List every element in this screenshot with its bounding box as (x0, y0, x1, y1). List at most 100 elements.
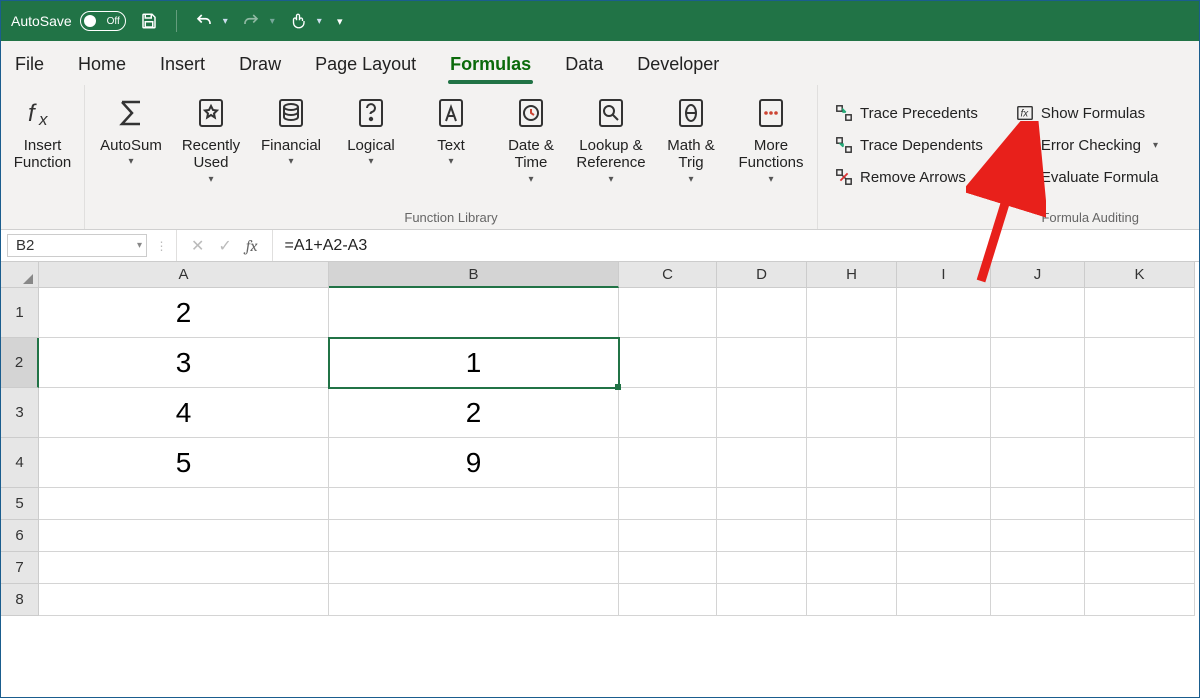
error-checking-button[interactable]: Error Checking▾ (1009, 133, 1165, 157)
tab-insert[interactable]: Insert (158, 44, 207, 83)
trace-precedents-button[interactable]: Trace Precedents (828, 101, 989, 125)
cell-A5[interactable] (39, 488, 329, 520)
column-header-D[interactable]: D (717, 262, 807, 288)
cell-B5[interactable] (329, 488, 619, 520)
lookup-reference-button[interactable]: Lookup & Reference▾ (575, 91, 647, 191)
cancel-formula-button[interactable]: ✕ (191, 236, 204, 256)
cell-I5[interactable] (897, 488, 991, 520)
row-header-8[interactable]: 8 (1, 584, 39, 616)
cell-I8[interactable] (897, 584, 991, 616)
undo-dropdown[interactable]: ▾ (223, 16, 228, 27)
tab-page-layout[interactable]: Page Layout (313, 44, 418, 83)
cell-I3[interactable] (897, 388, 991, 438)
recently-used-button[interactable]: Recently Used▾ (175, 91, 247, 191)
row-header-7[interactable]: 7 (1, 552, 39, 584)
cell-D8[interactable] (717, 584, 807, 616)
cell-I1[interactable] (897, 288, 991, 338)
touch-mode-dropdown[interactable]: ▾ (317, 16, 322, 27)
cell-K7[interactable] (1085, 552, 1195, 584)
cell-I4[interactable] (897, 438, 991, 488)
date-time-button[interactable]: Date & Time▾ (495, 91, 567, 191)
financial-button[interactable]: Financial▾ (255, 91, 327, 191)
row-header-3[interactable]: 3 (1, 388, 39, 438)
insert-function-button[interactable]: fx Insert Function (11, 91, 74, 191)
cell-D1[interactable] (717, 288, 807, 338)
fx-button[interactable]: fx (246, 237, 258, 255)
cell-D2[interactable] (717, 338, 807, 388)
tab-formulas[interactable]: Formulas (448, 44, 533, 83)
name-box[interactable]: B2 ▾ (7, 234, 147, 257)
cell-D5[interactable] (717, 488, 807, 520)
worksheet-grid[interactable]: ABCDHIJK 122313424595678 (1, 262, 1199, 697)
formula-input[interactable]: =A1+A2-A3 (273, 230, 1200, 261)
cell-A6[interactable] (39, 520, 329, 552)
cell-H5[interactable] (807, 488, 897, 520)
cell-I6[interactable] (897, 520, 991, 552)
cell-A3[interactable]: 4 (39, 388, 329, 438)
cell-I2[interactable] (897, 338, 991, 388)
cell-H2[interactable] (807, 338, 897, 388)
cell-A7[interactable] (39, 552, 329, 584)
cell-C6[interactable] (619, 520, 717, 552)
cell-K5[interactable] (1085, 488, 1195, 520)
row-header-2[interactable]: 2 (1, 338, 39, 388)
row-header-1[interactable]: 1 (1, 288, 39, 338)
trace-dependents-button[interactable]: Trace Dependents (828, 133, 989, 157)
tab-draw[interactable]: Draw (237, 44, 283, 83)
undo-button[interactable] (189, 6, 219, 36)
cell-D7[interactable] (717, 552, 807, 584)
cell-J4[interactable] (991, 438, 1085, 488)
cell-K1[interactable] (1085, 288, 1195, 338)
cell-B4[interactable]: 9 (329, 438, 619, 488)
tab-developer[interactable]: Developer (635, 44, 721, 83)
cell-J8[interactable] (991, 584, 1085, 616)
cell-A1[interactable]: 2 (39, 288, 329, 338)
enter-formula-button[interactable]: ✓ (218, 236, 231, 256)
cell-C7[interactable] (619, 552, 717, 584)
autosave-toggle[interactable]: Off (80, 11, 126, 31)
cell-K2[interactable] (1085, 338, 1195, 388)
redo-dropdown[interactable]: ▾ (270, 16, 275, 27)
cell-A2[interactable]: 3 (39, 338, 329, 388)
cell-C1[interactable] (619, 288, 717, 338)
cell-C3[interactable] (619, 388, 717, 438)
remove-arrows-button[interactable]: Remove Arrows▾ (828, 165, 989, 189)
touch-mode-button[interactable] (283, 6, 313, 36)
cell-H6[interactable] (807, 520, 897, 552)
column-header-B[interactable]: B (329, 262, 619, 288)
logical-button[interactable]: Logical▾ (335, 91, 407, 191)
cell-H1[interactable] (807, 288, 897, 338)
cell-B6[interactable] (329, 520, 619, 552)
autosum-button[interactable]: AutoSum▾ (95, 91, 167, 191)
cell-K3[interactable] (1085, 388, 1195, 438)
cell-B3[interactable]: 2 (329, 388, 619, 438)
column-header-H[interactable]: H (807, 262, 897, 288)
cell-A4[interactable]: 5 (39, 438, 329, 488)
cell-C2[interactable] (619, 338, 717, 388)
cell-A8[interactable] (39, 584, 329, 616)
math-trig-button[interactable]: Math & Trig▾ (655, 91, 727, 191)
cell-J3[interactable] (991, 388, 1085, 438)
row-header-5[interactable]: 5 (1, 488, 39, 520)
more-functions-button[interactable]: More Functions▾ (735, 91, 807, 191)
cell-J7[interactable] (991, 552, 1085, 584)
tab-data[interactable]: Data (563, 44, 605, 83)
cell-I7[interactable] (897, 552, 991, 584)
tab-file[interactable]: File (13, 44, 46, 83)
column-header-I[interactable]: I (897, 262, 991, 288)
cell-J5[interactable] (991, 488, 1085, 520)
name-box-dropdown-icon[interactable]: ▾ (137, 240, 142, 251)
cell-D3[interactable] (717, 388, 807, 438)
cell-J1[interactable] (991, 288, 1085, 338)
cell-K4[interactable] (1085, 438, 1195, 488)
column-header-A[interactable]: A (39, 262, 329, 288)
column-header-C[interactable]: C (619, 262, 717, 288)
cell-D4[interactable] (717, 438, 807, 488)
cell-H4[interactable] (807, 438, 897, 488)
select-all-corner[interactable] (1, 262, 39, 288)
redo-button[interactable] (236, 6, 266, 36)
cell-K8[interactable] (1085, 584, 1195, 616)
evaluate-formula-button[interactable]: fxEvaluate Formula (1009, 165, 1165, 189)
cell-H8[interactable] (807, 584, 897, 616)
cell-K6[interactable] (1085, 520, 1195, 552)
